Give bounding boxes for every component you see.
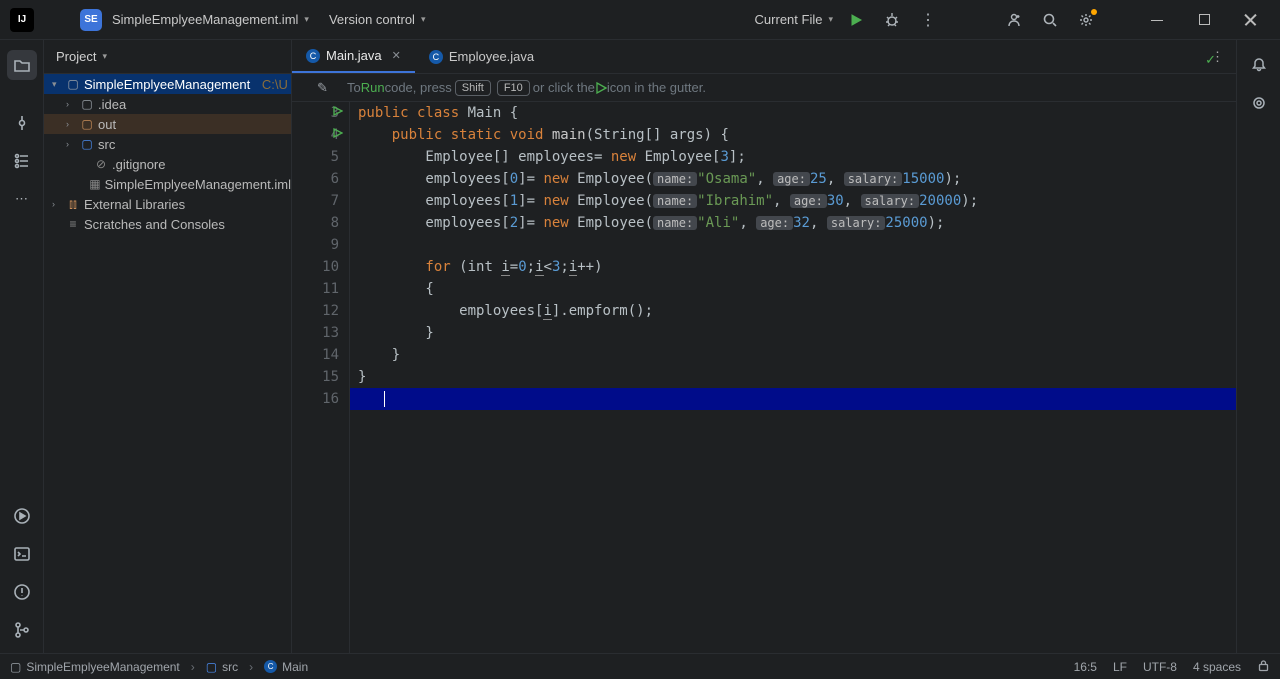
close-window-button[interactable] [1244,13,1258,27]
line-ending[interactable]: LF [1113,660,1127,674]
commit-tool-button[interactable] [7,108,37,138]
run-hint-bar: ✎ To Run code, press Shift F10 or click … [292,74,1236,102]
left-tool-rail: ⋯ [0,40,44,653]
editor-area: C Main.java ✕ C Employee.java ⋮ ✎ To Run… [292,40,1236,653]
maximize-button[interactable] [1199,14,1210,25]
tree-idea-folder[interactable]: ›▢.idea [44,94,291,114]
caret-position[interactable]: 16:5 [1074,660,1097,674]
main-menu-button[interactable] [48,11,66,29]
editor-tabs: C Main.java ✕ C Employee.java ⋮ [292,40,1236,74]
services-tool-button[interactable] [7,501,37,531]
run-button[interactable] [847,11,865,29]
tree-root[interactable]: ▾▢ SimpleEmplyeeManagement C:\U [44,74,291,94]
search-everywhere-icon[interactable] [1041,11,1059,29]
ai-assistant-button[interactable] [1244,88,1274,118]
ide-logo: IJ [10,8,34,32]
title-bar: IJ SE SimpleEmplyeeManagement.iml▾ Versi… [0,0,1280,40]
debug-button[interactable] [883,11,901,29]
tree-src-folder[interactable]: ›▢src [44,134,291,154]
java-class-icon: C [306,49,320,63]
key-shift: Shift [455,80,491,96]
settings-icon[interactable] [1077,11,1095,29]
project-panel-header[interactable]: Project▾ [44,40,291,74]
breadcrumb[interactable]: ▢SimpleEmplyeeManagement › ▢src › CMain [10,660,308,674]
readonly-toggle[interactable] [1257,659,1270,675]
git-tool-button[interactable] [7,615,37,645]
file-encoding[interactable]: UTF-8 [1143,660,1177,674]
tab-employee-java[interactable]: C Employee.java [415,40,548,73]
tree-external-libs[interactable]: ›⫾⫾External Libraries [44,194,291,214]
more-tools-button[interactable]: ⋯ [7,184,37,214]
pencil-icon: ✎ [317,80,328,96]
project-badge: SE [80,9,102,31]
project-tool-button[interactable] [7,50,37,80]
minimize-button[interactable] [1151,13,1165,27]
project-tree[interactable]: ▾▢ SimpleEmplyeeManagement C:\U ›▢.idea … [44,74,291,653]
run-config-dropdown[interactable]: Current File▾ [755,12,833,27]
problems-tool-button[interactable] [7,577,37,607]
terminal-tool-button[interactable] [7,539,37,569]
more-actions[interactable]: ⋮ [919,11,937,29]
editor-gutter[interactable]: 3 4 5 6 7 8 9 10 11 12 13 14 15 16 [292,102,350,653]
status-bar: ▢SimpleEmplyeeManagement › ▢src › CMain … [0,653,1280,679]
tree-out-folder[interactable]: ›▢out [44,114,291,134]
project-tool-window: Project▾ ▾▢ SimpleEmplyeeManagement C:\U… [44,40,292,653]
close-tab-icon[interactable]: ✕ [392,49,401,62]
inspection-ok-icon[interactable]: ✓ [1205,52,1216,68]
project-dropdown[interactable]: SimpleEmplyeeManagement.iml▾ [112,12,309,27]
tree-scratches[interactable]: ≡Scratches and Consoles [44,214,291,234]
tree-iml[interactable]: ▦SimpleEmplyeeManagement.iml [44,174,291,194]
indent-setting[interactable]: 4 spaces [1193,660,1241,674]
notifications-button[interactable] [1244,50,1274,80]
code-editor[interactable]: public class Main { public static void m… [350,102,1236,653]
key-f10: F10 [497,80,530,96]
tab-main-java[interactable]: C Main.java ✕ [292,40,415,73]
version-control-dropdown[interactable]: Version control▾ [329,12,426,27]
code-with-me-icon[interactable] [1005,11,1023,29]
tree-gitignore[interactable]: ⊘.gitignore [44,154,291,174]
java-class-icon: C [429,50,443,64]
structure-tool-button[interactable] [7,146,37,176]
right-tool-rail [1236,40,1280,653]
